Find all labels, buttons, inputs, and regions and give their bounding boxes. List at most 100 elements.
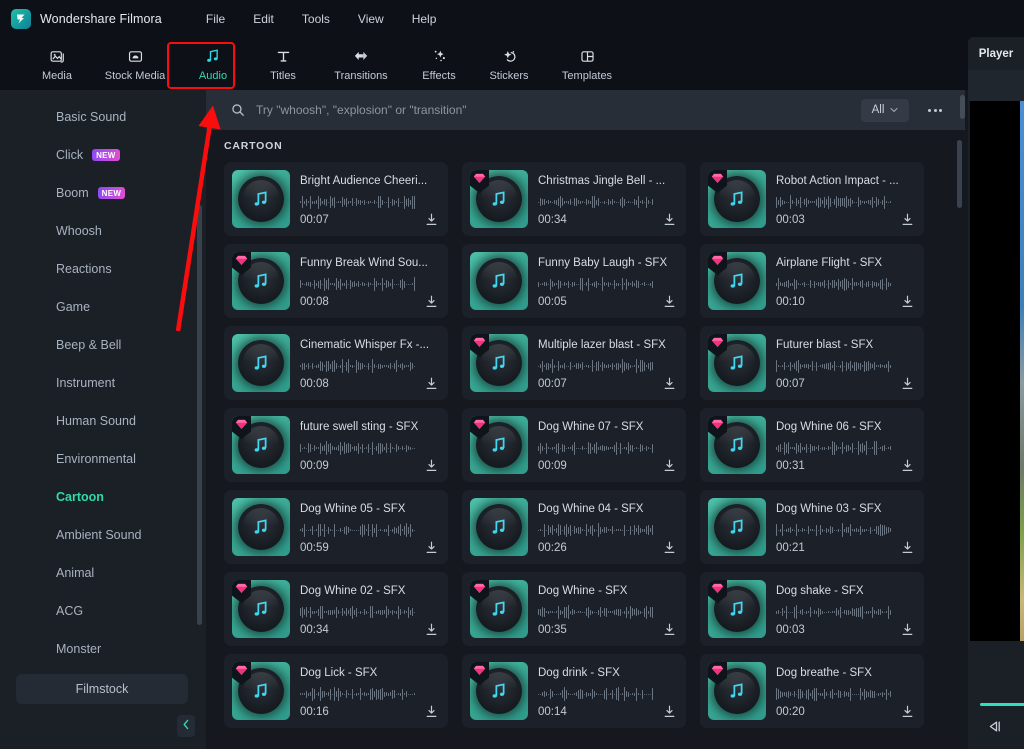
chevron-down-icon (890, 104, 898, 116)
sidebar-item-whoosh[interactable]: Whoosh (0, 212, 206, 250)
step-backward-icon (987, 720, 1003, 738)
download-icon[interactable] (424, 294, 440, 310)
menu-item-edit[interactable]: Edit (239, 7, 288, 31)
audio-card[interactable]: Funny Break Wind Sou... 00:08 (224, 244, 448, 318)
new-badge: NEW (92, 149, 120, 161)
audio-card[interactable]: Dog Lick - SFX 00:16 (224, 654, 448, 728)
audio-card[interactable]: Bright Audience Cheeri... 00:07 (224, 162, 448, 236)
content-scrollbar[interactable] (957, 140, 962, 208)
sidebar-item-cartoon[interactable]: Cartoon (0, 478, 206, 516)
sidebar-item-instrument[interactable]: Instrument (0, 364, 206, 402)
player-tab[interactable]: Player (968, 37, 1024, 70)
panel-divider-scrollbar[interactable] (960, 95, 965, 119)
sidebar-collapse-button[interactable] (177, 715, 195, 737)
sidebar-item-filmstock[interactable]: Filmstock (16, 674, 188, 704)
sidebar-item-reactions[interactable]: Reactions (0, 250, 206, 288)
audio-thumbnail (708, 580, 766, 638)
audio-card[interactable]: Cinematic Whisper Fx -... 00:08 (224, 326, 448, 400)
sidebar-item-click[interactable]: Click NEW (0, 136, 206, 174)
sidebar-item-acg[interactable]: ACG (0, 592, 206, 630)
tab-templates[interactable]: Templates (544, 40, 630, 87)
download-icon[interactable] (662, 704, 678, 720)
sidebar-item-ambient-sound[interactable]: Ambient Sound (0, 516, 206, 554)
sidebar-item-monster[interactable]: Monster (0, 630, 206, 668)
audio-card[interactable]: Christmas Jingle Bell - ... 00:34 (462, 162, 686, 236)
menu-item-view[interactable]: View (344, 7, 398, 31)
player-progress-bar[interactable] (980, 703, 1024, 706)
download-icon[interactable] (662, 458, 678, 474)
download-icon[interactable] (662, 212, 678, 228)
tab-transitions[interactable]: Transitions (318, 40, 404, 87)
music-note-icon (254, 437, 267, 452)
more-options-button[interactable] (923, 99, 947, 122)
download-icon[interactable] (424, 376, 440, 392)
download-icon[interactable] (424, 540, 440, 556)
download-icon[interactable] (662, 622, 678, 638)
audio-card[interactable]: Funny Baby Laugh - SFX 00:05 (462, 244, 686, 318)
audio-card[interactable]: Dog Whine 06 - SFX 00:31 (700, 408, 924, 482)
audio-card[interactable]: Dog Whine - SFX 00:35 (462, 572, 686, 646)
audio-card-body: Multiple lazer blast - SFX 00:07 (528, 334, 686, 392)
tab-stock-media[interactable]: Stock Media (92, 40, 178, 87)
audio-card[interactable]: Dog Whine 02 - SFX 00:34 (224, 572, 448, 646)
audio-card[interactable]: Airplane Flight - SFX 00:10 (700, 244, 924, 318)
download-icon[interactable] (662, 294, 678, 310)
menu-item-tools[interactable]: Tools (288, 7, 344, 31)
download-icon[interactable] (900, 458, 916, 474)
download-icon[interactable] (900, 376, 916, 392)
sidebar-item-human-sound[interactable]: Human Sound (0, 402, 206, 440)
download-icon[interactable] (662, 376, 678, 392)
menu-item-file[interactable]: File (192, 7, 239, 31)
tab-stickers[interactable]: Stickers (474, 40, 544, 87)
download-icon[interactable] (900, 704, 916, 720)
tab-effects[interactable]: Effects (404, 40, 474, 87)
waveform (300, 604, 438, 620)
audio-thumbnail (470, 170, 528, 228)
audio-card-title: Dog Whine 02 - SFX (300, 585, 406, 597)
tab-audio[interactable]: Audio (178, 40, 248, 87)
sidebar-item-beep-bell[interactable]: Beep & Bell (0, 326, 206, 364)
sidebar-item-basic-sound[interactable]: Basic Sound (0, 98, 206, 136)
audio-card[interactable]: Dog Whine 03 - SFX 00:21 (700, 490, 924, 564)
menu-item-help[interactable]: Help (398, 7, 451, 31)
audio-thumbnail (470, 498, 528, 556)
audio-card[interactable]: Dog Whine 07 - SFX 00:09 (462, 408, 686, 482)
audio-card[interactable]: Multiple lazer blast - SFX 00:07 (462, 326, 686, 400)
audio-card[interactable]: Dog shake - SFX 00:03 (700, 572, 924, 646)
music-note-icon (730, 683, 743, 698)
audio-card-title: Christmas Jingle Bell - ... (538, 175, 666, 187)
download-icon[interactable] (900, 540, 916, 556)
download-icon[interactable] (424, 704, 440, 720)
audio-card-title: Funny Break Wind Sou... (300, 257, 428, 269)
download-icon[interactable] (900, 212, 916, 228)
sidebar-item-boom[interactable]: Boom NEW (0, 174, 206, 212)
download-icon[interactable] (662, 540, 678, 556)
audio-card[interactable]: future swell sting - SFX 00:09 (224, 408, 448, 482)
tab-media[interactable]: Media (22, 40, 92, 87)
sidebar-item-environmental[interactable]: Environmental (0, 440, 206, 478)
download-icon[interactable] (900, 622, 916, 638)
audio-duration: 00:03 (776, 624, 805, 636)
audio-card[interactable]: Dog drink - SFX 00:14 (462, 654, 686, 728)
download-icon[interactable] (424, 622, 440, 638)
download-icon[interactable] (424, 458, 440, 474)
filter-dropdown[interactable]: All (861, 98, 909, 122)
player-video-stage[interactable] (970, 101, 1024, 641)
audio-card-body: Bright Audience Cheeri... 00:07 (290, 170, 448, 228)
download-icon[interactable] (424, 212, 440, 228)
download-icon[interactable] (900, 294, 916, 310)
player-step-backward-button[interactable] (984, 719, 1006, 739)
tab-transitions-label: Transitions (334, 69, 388, 82)
audio-card[interactable]: Dog Whine 04 - SFX 00:26 (462, 490, 686, 564)
search-input[interactable] (256, 103, 861, 117)
tab-titles[interactable]: Titles (248, 40, 318, 87)
audio-card[interactable]: Dog breathe - SFX 00:20 (700, 654, 924, 728)
vinyl-disc-icon (238, 176, 284, 222)
audio-card[interactable]: Futurer blast - SFX 00:07 (700, 326, 924, 400)
sidebar-scrollbar[interactable] (197, 205, 202, 625)
audio-card[interactable]: Robot Action Impact - ... 00:03 (700, 162, 924, 236)
sidebar-item-label: Instrument (56, 376, 116, 390)
sidebar-item-animal[interactable]: Animal (0, 554, 206, 592)
sidebar-item-game[interactable]: Game (0, 288, 206, 326)
audio-card[interactable]: Dog Whine 05 - SFX 00:59 (224, 490, 448, 564)
